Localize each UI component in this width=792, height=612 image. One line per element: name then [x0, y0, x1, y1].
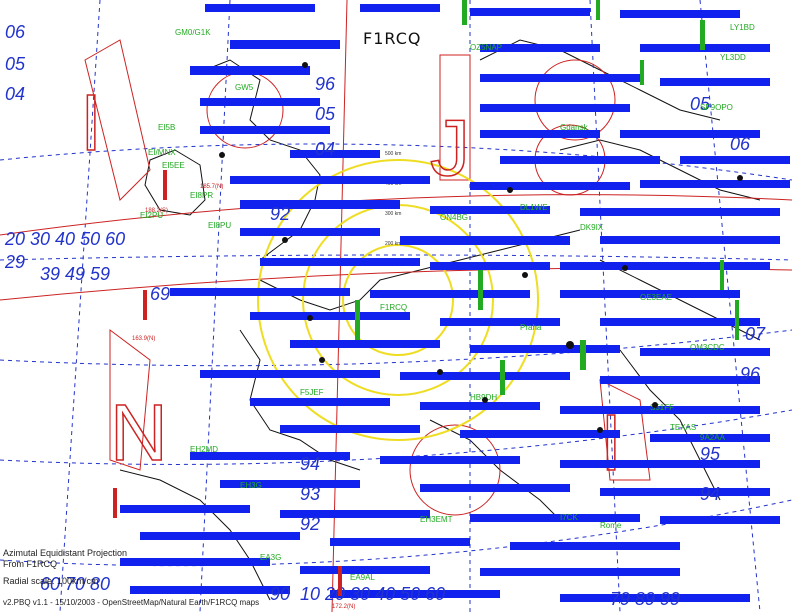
- station-label: OE3EAE: [640, 293, 672, 302]
- svg-text:04: 04: [5, 84, 25, 104]
- grid-field-letter: J: [430, 103, 470, 192]
- grid-field-letter: N: [110, 388, 168, 477]
- station-label: TEXAS: [670, 423, 696, 432]
- svg-text:06: 06: [5, 22, 26, 42]
- station-label: GW5: [235, 83, 254, 92]
- station-label: OZ5NAP: [470, 43, 502, 52]
- svg-text:06: 06: [730, 134, 751, 154]
- station-label: Gdansk: [560, 123, 589, 132]
- station-label: F5JEF: [300, 388, 324, 397]
- svg-text:69: 69: [150, 284, 170, 304]
- map-canvas: 500 km 400 km 300 km 200 km I N J I: [0, 0, 792, 612]
- svg-text:39 49 59: 39 49 59: [40, 264, 110, 284]
- station-label: SP9OPO: [700, 103, 733, 112]
- svg-text:10 20 30 40 50 60: 10 20 30 40 50 60: [300, 584, 445, 604]
- station-label: DL1WE: [520, 203, 548, 212]
- projection-label: Azimutal Equidistant Projection: [3, 548, 128, 558]
- path-label: 172.2(N): [332, 604, 355, 610]
- station-label: EI5EE: [162, 161, 185, 170]
- station-label: EA3G: [260, 553, 281, 562]
- svg-text:79 89 99: 79 89 99: [610, 589, 680, 609]
- svg-text:20 30 40 50 60: 20 30 40 50 60: [4, 229, 125, 249]
- path-label: 185.7(N): [200, 184, 223, 190]
- station-label: EI8PR: [190, 191, 213, 200]
- ring-label: 500 km: [385, 151, 401, 157]
- station-label: OM3CDC: [690, 343, 725, 352]
- station-label: ON4BG: [440, 213, 468, 222]
- station-label: GM0/G1K: [175, 28, 211, 37]
- svg-text:93: 93: [300, 484, 320, 504]
- station-label: F1RCQ: [380, 303, 407, 312]
- svg-text:05: 05: [5, 54, 26, 74]
- station-label: EI/MNX: [148, 148, 176, 157]
- path-label: 188.2(S): [145, 208, 168, 214]
- station-label: EH3G: [240, 481, 262, 490]
- svg-text:29: 29: [4, 252, 25, 272]
- svg-text:95: 95: [700, 444, 721, 464]
- ring-label: 200 km: [385, 241, 401, 247]
- station-label: Rome: [600, 521, 622, 530]
- station-label: Praha: [520, 323, 542, 332]
- station-label: EA9AL: [350, 573, 375, 582]
- station-label: LY1BD: [730, 23, 755, 32]
- station-label: DK9IX: [580, 223, 604, 232]
- path-label: 163.9(N): [132, 336, 155, 342]
- svg-text:92: 92: [300, 514, 320, 534]
- svg-text:90: 90: [270, 584, 290, 604]
- station-label: YL3DD: [720, 53, 746, 62]
- scale-label: Radial scale: 100km/cm: [3, 576, 99, 586]
- station-label: EI5B: [158, 123, 175, 132]
- station-markers: [355, 0, 739, 395]
- svg-text:96: 96: [740, 364, 761, 384]
- svg-text:05: 05: [315, 104, 336, 124]
- svg-text:96: 96: [315, 74, 336, 94]
- center-label: From F1RCQ: [3, 559, 57, 569]
- svg-text:04: 04: [315, 139, 335, 159]
- station-label: 9A2AA: [700, 433, 726, 442]
- grid-field-letter: I: [80, 78, 102, 167]
- station-label: EH2MD: [190, 445, 218, 454]
- station-label: EH3EMT: [420, 515, 453, 524]
- svg-text:94: 94: [300, 454, 320, 474]
- station-label: EI8PU: [208, 221, 231, 230]
- svg-text:94: 94: [700, 484, 720, 504]
- svg-text:92: 92: [270, 204, 290, 224]
- footer-credit: v2.PBQ v1.1 - 15/10/2003 - OpenStreetMap…: [3, 598, 260, 607]
- ring-label: 300 km: [385, 211, 401, 217]
- svg-text:07: 07: [745, 324, 766, 344]
- station-label: I7CK: [560, 513, 578, 522]
- map-title: F1RCQ: [363, 29, 422, 48]
